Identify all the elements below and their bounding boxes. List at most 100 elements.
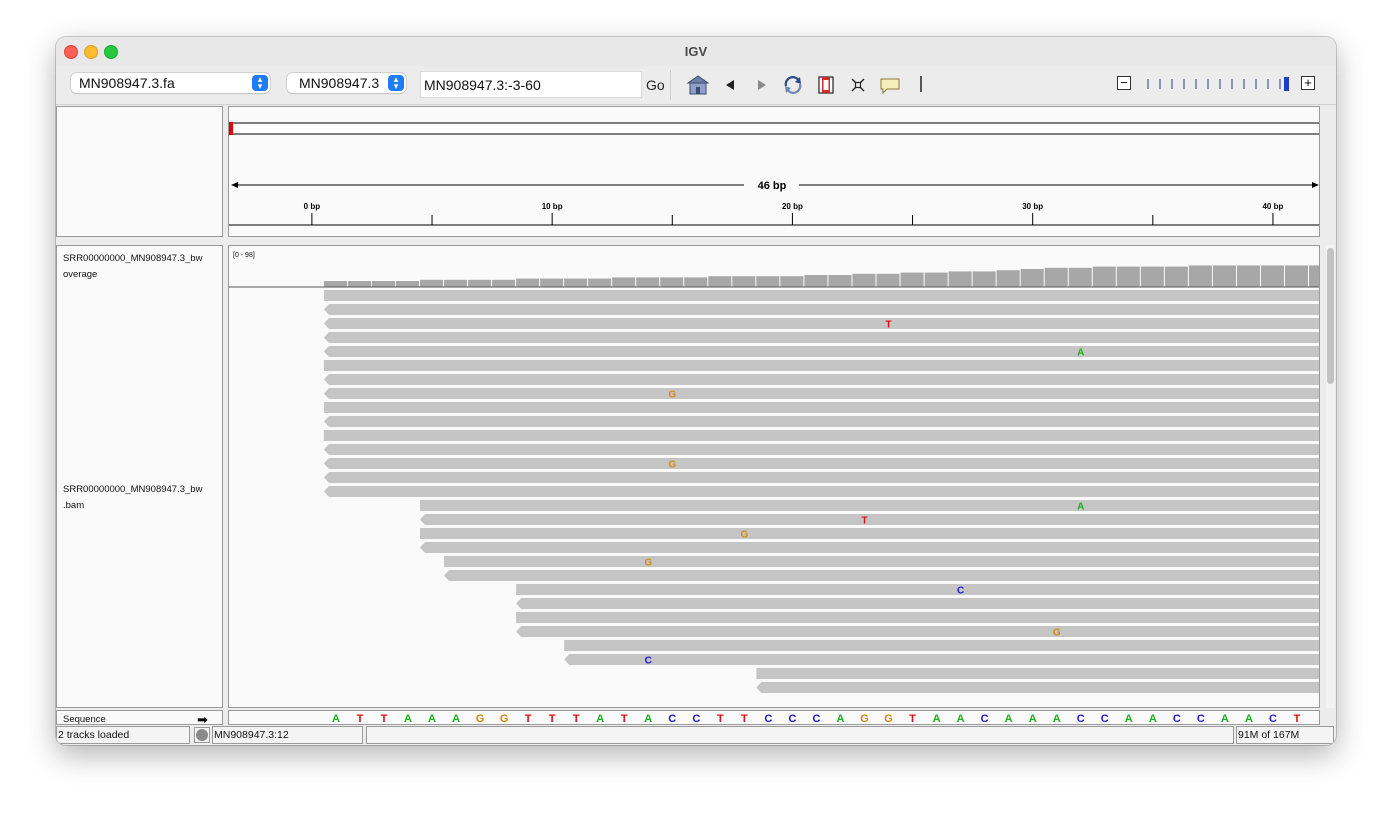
locus-search-input[interactable]: MN908947.3:-3-60 xyxy=(420,71,642,98)
coverage-bar[interactable] xyxy=(1068,267,1092,287)
coverage-bar[interactable] xyxy=(1140,266,1164,287)
alignment-read[interactable]: G xyxy=(444,556,1320,569)
read-body[interactable] xyxy=(420,542,1320,553)
coverage-bar[interactable] xyxy=(420,279,444,287)
zoom-slider[interactable] xyxy=(1146,77,1296,91)
read-body[interactable] xyxy=(516,598,1320,609)
home-icon[interactable] xyxy=(686,74,710,96)
read-body[interactable] xyxy=(444,556,1320,567)
zoom-in-button[interactable]: + xyxy=(1301,76,1315,90)
coverage-bar[interactable] xyxy=(1308,265,1320,287)
read-body[interactable] xyxy=(516,584,1320,595)
zoom-slider-thumb[interactable] xyxy=(1284,77,1289,91)
alignment-read[interactable]: A xyxy=(323,346,1320,359)
alignment-read[interactable] xyxy=(564,640,1320,651)
read-body[interactable] xyxy=(323,374,1320,385)
alignment-read[interactable] xyxy=(323,416,1320,427)
read-body[interactable] xyxy=(420,528,1320,539)
coverage-bar[interactable] xyxy=(972,271,996,287)
alignment-read[interactable] xyxy=(420,542,1320,553)
read-body[interactable] xyxy=(564,640,1320,651)
coverage-bar[interactable] xyxy=(948,271,972,287)
read-body[interactable] xyxy=(323,290,1320,301)
alignment-read[interactable]: G xyxy=(516,626,1320,639)
coverage-bar[interactable] xyxy=(780,276,804,287)
coverage-bar[interactable] xyxy=(732,276,756,287)
read-body[interactable] xyxy=(564,654,1320,665)
coverage-bar[interactable] xyxy=(852,273,876,287)
coverage-bar[interactable] xyxy=(1164,266,1188,287)
alignment-reads[interactable]: T A G G A T G G C G C xyxy=(323,290,1320,693)
fit-to-window-icon[interactable] xyxy=(849,74,867,96)
alignment-read[interactable]: G xyxy=(323,388,1320,401)
sequence-panel[interactable]: ATTAAAGGTTTATACCTTCCCAGGTAACAAACCAACCAAC… xyxy=(228,710,1320,725)
coverage-bar[interactable] xyxy=(804,275,828,287)
coverage-bar[interactable] xyxy=(1020,269,1044,287)
coverage-bar[interactable] xyxy=(564,278,588,287)
refresh-icon[interactable] xyxy=(781,74,805,96)
coverage-bar[interactable] xyxy=(1116,266,1140,287)
coverage-bar[interactable] xyxy=(684,277,708,287)
scrollbar-thumb[interactable] xyxy=(1327,248,1334,384)
ruler-panel[interactable]: 0 bp 10 bp 20 bp 30 bp 40 bp 46 bp xyxy=(228,106,1320,237)
alignment-read[interactable] xyxy=(323,374,1320,385)
coverage-bar[interactable] xyxy=(1260,265,1284,287)
alignment-read[interactable]: T xyxy=(323,318,1320,331)
alignment-read[interactable] xyxy=(323,486,1320,497)
read-body[interactable] xyxy=(323,416,1320,427)
ruler[interactable]: 0 bp 10 bp 20 bp 30 bp 40 bp 46 bp xyxy=(229,107,1320,237)
coverage-bar[interactable] xyxy=(1044,267,1068,287)
zoom-out-button[interactable]: − xyxy=(1117,76,1131,90)
read-body[interactable] xyxy=(323,318,1320,329)
alignment-read[interactable] xyxy=(323,472,1320,483)
coverage-bar[interactable] xyxy=(1212,265,1236,287)
coverage-bar[interactable] xyxy=(876,273,900,287)
coverage-bar[interactable] xyxy=(1236,265,1260,287)
coverage-bar[interactable] xyxy=(1284,265,1308,287)
coverage-bar[interactable] xyxy=(468,279,492,287)
chromosome-dropdown[interactable]: MN908947.3 ▴ ▾ xyxy=(287,73,406,93)
read-body[interactable] xyxy=(756,668,1320,679)
go-button[interactable]: Go xyxy=(646,77,665,93)
read-body[interactable] xyxy=(323,360,1320,371)
region-of-interest-icon[interactable] xyxy=(817,74,835,96)
alignment-read[interactable]: G xyxy=(323,458,1320,471)
read-body[interactable] xyxy=(323,472,1320,483)
forward-icon[interactable] xyxy=(754,74,770,96)
read-body[interactable] xyxy=(323,332,1320,343)
read-body[interactable] xyxy=(323,444,1320,455)
alignment-read[interactable] xyxy=(323,332,1320,343)
read-body[interactable] xyxy=(516,612,1320,623)
alignment-read[interactable] xyxy=(323,360,1320,371)
coverage-bar[interactable] xyxy=(347,281,371,287)
read-body[interactable] xyxy=(323,402,1320,413)
alignment-read[interactable]: T xyxy=(420,514,1320,527)
read-body[interactable] xyxy=(444,570,1320,581)
alignment-read[interactable]: C xyxy=(516,584,1320,597)
alignment-read[interactable] xyxy=(516,598,1320,609)
alignment-canvas[interactable]: [0 - 98] T A G G A T G G C G C xyxy=(229,246,1320,708)
alignment-read[interactable] xyxy=(444,570,1320,581)
alignment-read[interactable]: A xyxy=(420,500,1320,513)
coverage-bar[interactable] xyxy=(492,279,516,287)
coverage-bar[interactable] xyxy=(660,277,684,287)
read-body[interactable] xyxy=(323,346,1320,357)
read-body[interactable] xyxy=(420,500,1320,511)
coverage-bar[interactable] xyxy=(371,281,395,287)
read-body[interactable] xyxy=(323,486,1320,497)
coverage-bar[interactable] xyxy=(395,281,420,287)
alignment-read[interactable]: C xyxy=(564,654,1320,667)
back-icon[interactable] xyxy=(722,74,738,96)
alignment-read[interactable] xyxy=(323,290,1320,301)
genome-dropdown[interactable]: MN908947.3.fa ▴ ▾ xyxy=(71,73,270,93)
coverage-bar[interactable] xyxy=(828,275,852,287)
coverage-bar[interactable] xyxy=(924,272,948,287)
alignment-track-name[interactable]: SRR00000000_MN908947.3_bw .bam xyxy=(63,482,218,514)
read-body[interactable] xyxy=(323,430,1320,441)
alignment-read[interactable] xyxy=(323,444,1320,455)
coverage-bar[interactable] xyxy=(900,272,924,287)
coverage-track[interactable] xyxy=(323,265,1320,287)
coverage-bar[interactable] xyxy=(756,276,780,287)
coverage-bar[interactable] xyxy=(636,277,660,287)
alignment-read[interactable] xyxy=(756,668,1320,679)
